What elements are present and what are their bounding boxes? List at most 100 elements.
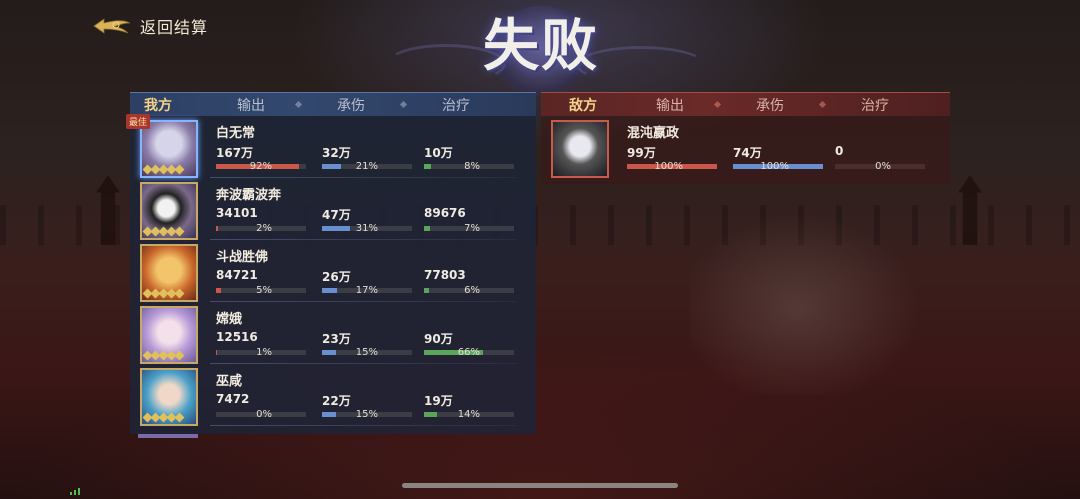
tab-ally-output[interactable]: 输出 bbox=[206, 95, 296, 115]
output-value: 167万 bbox=[216, 146, 254, 160]
ally-hero-row[interactable]: 最佳白无常 167万 92% 32万 21% 10万 8% bbox=[126, 114, 536, 178]
hero-name: 混沌嬴政 bbox=[627, 126, 680, 141]
enemy-chariot-figure bbox=[690, 205, 930, 395]
ally-hero-row[interactable]: 斗战胜佛 84721 5% 26万 17% 77803 6% bbox=[130, 240, 536, 302]
output-value: 12516 bbox=[216, 330, 258, 344]
tank-value: 74万 bbox=[733, 146, 762, 160]
heal-percent: 7% bbox=[464, 223, 480, 234]
hero-avatar[interactable] bbox=[140, 306, 198, 364]
tab-enemy-output[interactable]: 输出 bbox=[625, 95, 715, 115]
tank-stat: 47万 31% bbox=[322, 206, 414, 234]
output-percent: 1% bbox=[256, 347, 272, 358]
heal-percent: 0% bbox=[875, 161, 891, 172]
heal-stat: 77803 6% bbox=[424, 268, 516, 296]
defeat-title: 失败 bbox=[386, 6, 706, 96]
hero-avatar[interactable] bbox=[140, 368, 198, 426]
heal-stat: 90万 66% bbox=[424, 330, 516, 358]
lantern-tower-right bbox=[958, 175, 982, 245]
ally-hero-row[interactable]: 嫦娥 12516 1% 23万 15% 90万 66% bbox=[130, 302, 536, 364]
tank-value: 47万 bbox=[322, 208, 351, 222]
back-label: 返回结算 bbox=[140, 18, 209, 37]
tab-ally[interactable]: 我方 bbox=[130, 95, 186, 115]
tank-percent: 100% bbox=[760, 161, 789, 172]
tank-stat: 26万 17% bbox=[322, 268, 414, 296]
enemy-hero-row[interactable]: 混沌嬴政 99万 100% 74万 100% 0 0% bbox=[541, 116, 950, 178]
tank-stat: 23万 15% bbox=[322, 330, 414, 358]
star-rank-icon bbox=[142, 350, 185, 361]
heal-percent: 14% bbox=[457, 409, 480, 420]
enemy-tabbar: 敌方 输出 承伤 治疗 bbox=[541, 92, 950, 116]
tank-percent: 31% bbox=[355, 223, 378, 234]
home-indicator[interactable] bbox=[402, 483, 678, 488]
output-percent: 2% bbox=[256, 223, 272, 234]
hero-portrait bbox=[553, 122, 607, 176]
lantern-tower-left bbox=[96, 175, 120, 245]
heal-value: 90万 bbox=[424, 332, 453, 346]
tab-ally-heal[interactable]: 治疗 bbox=[406, 95, 506, 115]
best-badge: 最佳 bbox=[126, 114, 151, 129]
output-percent: 92% bbox=[249, 161, 272, 172]
output-percent: 100% bbox=[654, 161, 683, 172]
heal-stat: 0 0% bbox=[835, 144, 927, 172]
tank-value: 23万 bbox=[322, 332, 351, 346]
tank-value: 22万 bbox=[322, 394, 351, 408]
output-percent: 5% bbox=[256, 285, 272, 296]
tab-enemy[interactable]: 敌方 bbox=[541, 95, 625, 115]
heal-value: 10万 bbox=[424, 146, 453, 160]
output-value: 84721 bbox=[216, 268, 258, 282]
hero-avatar[interactable] bbox=[140, 244, 198, 302]
tank-value: 32万 bbox=[322, 146, 351, 160]
star-rank-icon bbox=[142, 164, 185, 175]
output-stat: 167万 92% bbox=[216, 144, 308, 172]
next-hero-peek bbox=[138, 434, 198, 438]
heal-value: 19万 bbox=[424, 394, 453, 408]
enemy-stats-panel: 混沌嬴政 99万 100% 74万 100% 0 0% bbox=[541, 116, 950, 184]
tab-enemy-heal[interactable]: 治疗 bbox=[825, 95, 925, 115]
star-rank-icon bbox=[142, 226, 185, 237]
heal-stat: 89676 7% bbox=[424, 206, 516, 234]
hero-avatar[interactable] bbox=[140, 182, 198, 240]
back-to-results-button[interactable]: 返回结算 bbox=[92, 12, 208, 40]
tab-enemy-tank[interactable]: 承伤 bbox=[720, 95, 820, 115]
ally-stats-panel[interactable]: 最佳白无常 167万 92% 32万 21% 10万 8% 奔波霸波奔 34101 2% 47万 31… bbox=[126, 114, 536, 438]
output-percent: 0% bbox=[256, 409, 272, 420]
heal-stat: 19万 14% bbox=[424, 392, 516, 420]
tank-stat: 22万 15% bbox=[322, 392, 414, 420]
output-stat: 84721 5% bbox=[216, 268, 308, 296]
heal-value: 0 bbox=[835, 144, 844, 158]
ally-hero-row[interactable]: 巫咸 7472 0% 22万 15% 19万 14% bbox=[130, 364, 536, 426]
ally-tabbar: 我方 输出 承伤 治疗 bbox=[130, 92, 536, 116]
hero-avatar[interactable] bbox=[551, 120, 609, 178]
row-divider bbox=[210, 425, 516, 426]
hero-name: 奔波霸波奔 bbox=[216, 188, 282, 203]
ally-hero-row[interactable]: 奔波霸波奔 34101 2% 47万 31% 89676 7% bbox=[130, 178, 536, 240]
cloud-arrow-back-icon bbox=[93, 18, 131, 34]
output-value: 99万 bbox=[627, 146, 656, 160]
tab-ally-tank[interactable]: 承伤 bbox=[301, 95, 401, 115]
output-value: 34101 bbox=[216, 206, 258, 220]
tank-percent: 15% bbox=[355, 347, 378, 358]
heal-percent: 6% bbox=[464, 285, 480, 296]
output-value: 7472 bbox=[216, 392, 250, 406]
output-stat: 12516 1% bbox=[216, 330, 308, 358]
heal-stat: 10万 8% bbox=[424, 144, 516, 172]
signal-icon bbox=[70, 488, 80, 495]
tank-percent: 15% bbox=[355, 409, 378, 420]
hero-name: 嫦娥 bbox=[216, 312, 243, 327]
tank-percent: 21% bbox=[355, 161, 378, 172]
hero-name: 巫咸 bbox=[216, 374, 243, 389]
star-rank-icon bbox=[142, 412, 185, 423]
tank-stat: 74万 100% bbox=[733, 144, 825, 172]
heal-value: 89676 bbox=[424, 206, 466, 220]
hero-name: 斗战胜佛 bbox=[216, 250, 269, 265]
result-text: 失败 bbox=[483, 13, 599, 79]
output-stat: 7472 0% bbox=[216, 392, 308, 420]
star-rank-icon bbox=[142, 288, 185, 299]
output-stat: 34101 2% bbox=[216, 206, 308, 234]
heal-value: 77803 bbox=[424, 268, 466, 282]
heal-percent: 8% bbox=[464, 161, 480, 172]
heal-percent: 66% bbox=[457, 347, 480, 358]
tank-stat: 32万 21% bbox=[322, 144, 414, 172]
tank-percent: 17% bbox=[355, 285, 378, 296]
hero-name: 白无常 bbox=[216, 126, 256, 141]
